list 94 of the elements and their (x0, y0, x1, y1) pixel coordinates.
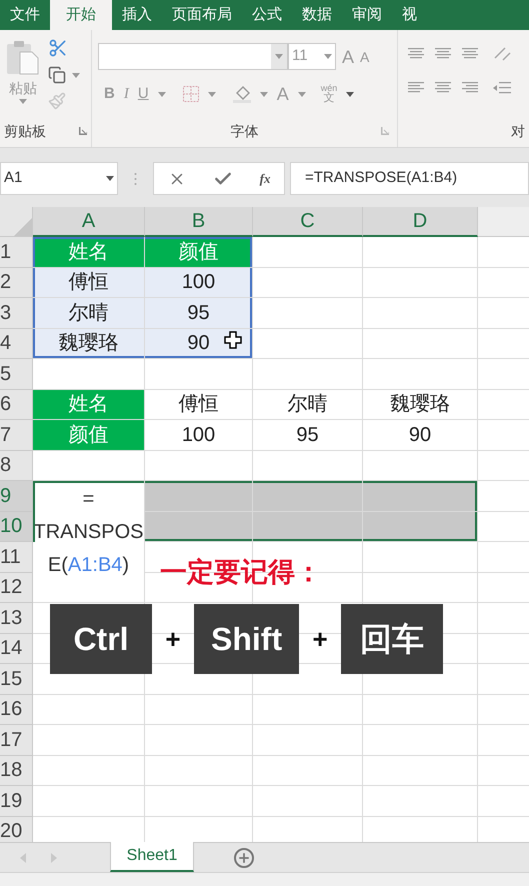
table-cell: 傅恒 (145, 390, 253, 420)
ribbon-tab[interactable]: 页面布局 (162, 0, 242, 30)
row-header[interactable]: 11 (0, 542, 33, 572)
cross-cursor-icon (224, 331, 242, 349)
format-painter-icon[interactable] (48, 92, 66, 110)
ribbon-tab[interactable]: 插入 (112, 0, 162, 30)
group-label: 对 (511, 122, 525, 140)
borders-icon[interactable] (182, 86, 199, 102)
name-box[interactable]: A1 (0, 162, 118, 195)
row-header[interactable]: 12 (0, 572, 33, 603)
table-cell: 100 (145, 420, 253, 450)
ribbon-tab[interactable]: 视 (392, 0, 427, 30)
phonetic-caret-icon[interactable] (346, 92, 354, 96)
dialog-launcher-icon[interactable] (79, 127, 87, 135)
column-header[interactable]: B (145, 207, 253, 237)
decrease-indent-icon[interactable] (493, 82, 511, 94)
align-center-icon[interactable] (435, 82, 451, 94)
table-cell: 90 (145, 328, 253, 359)
column-header[interactable]: D (363, 207, 478, 237)
fill-color-caret-icon[interactable] (260, 92, 268, 96)
table-cell: 傅恒 (33, 268, 145, 298)
formula-field[interactable]: =TRANSPOSE(A1:B4) (290, 162, 529, 195)
copy-icon[interactable] (48, 66, 66, 84)
font-color-caret-icon[interactable] (298, 92, 306, 96)
borders-caret-icon[interactable] (208, 92, 216, 96)
ribbon-tab[interactable]: 公式 (242, 0, 292, 30)
row-header[interactable]: 19 (0, 786, 33, 816)
plus-icon (237, 850, 251, 864)
copy-caret-icon[interactable] (72, 72, 80, 78)
column-header[interactable] (478, 207, 529, 237)
ribbon-tab[interactable]: 数据 (292, 0, 342, 30)
row-header[interactable]: 4 (0, 328, 33, 359)
row-header[interactable]: 16 (0, 694, 33, 725)
row-header[interactable]: 8 (0, 450, 33, 481)
scroll-left-icon[interactable] (20, 852, 26, 862)
table-cell: 95 (253, 420, 363, 450)
align-middle-icon[interactable] (435, 48, 451, 60)
font-name-caret-icon[interactable] (275, 54, 283, 59)
table-cell: 尔晴 (33, 298, 145, 328)
column-header[interactable]: A (33, 207, 145, 237)
header-cell: 姓名 (33, 237, 145, 268)
table-cell: 100 (145, 268, 253, 298)
ribbon-tab[interactable]: 开始 (50, 0, 112, 30)
ribbon-tab[interactable]: 审阅 (342, 0, 392, 30)
row-header[interactable]: 15 (0, 664, 33, 694)
row-header[interactable]: 5 (0, 359, 33, 390)
paste-caret-icon[interactable] (19, 99, 27, 104)
row-header[interactable]: 1 (0, 237, 33, 268)
key-cap: Shift (194, 604, 300, 674)
key-cap: Ctrl (50, 604, 152, 674)
grip-icon (134, 172, 137, 186)
insert-function-button[interactable]: fx (260, 168, 270, 188)
row-header[interactable]: 3 (0, 298, 33, 328)
align-left-icon[interactable] (408, 82, 424, 94)
table-cell: 魏璎珞 (363, 390, 478, 420)
row-header[interactable]: 13 (0, 603, 33, 634)
plus-sign: + (312, 622, 329, 656)
row-header[interactable]: 18 (0, 756, 33, 786)
header-cell: 姓名 (33, 390, 145, 420)
row-header[interactable]: 9 (0, 481, 33, 512)
row-header[interactable]: 6 (0, 390, 33, 420)
row-header[interactable]: 10 (0, 512, 33, 542)
row-header[interactable]: 17 (0, 725, 33, 756)
clipboard-icon (6, 38, 40, 76)
underline-caret-icon[interactable] (158, 92, 166, 96)
column-header[interactable]: C (253, 207, 363, 237)
row-header[interactable]: 14 (0, 634, 33, 664)
scroll-right-icon[interactable] (51, 852, 57, 862)
row-header[interactable]: 7 (0, 420, 33, 450)
table-cell: 90 (363, 420, 478, 450)
cut-icon[interactable] (48, 38, 68, 58)
reminder-text: 一定要记得： (160, 556, 322, 589)
ribbon-tab[interactable]: 文件 (0, 0, 50, 30)
sheet-tab[interactable]: Sheet1 (110, 842, 194, 872)
align-bottom-icon[interactable] (462, 48, 478, 60)
group-label: 字体 (230, 122, 258, 140)
table-cell: 魏璎珞 (33, 328, 145, 359)
align-right-icon[interactable] (462, 82, 478, 94)
group-label: 剪贴板 (4, 122, 46, 140)
fill-color-icon[interactable] (232, 85, 251, 103)
orientation-icon[interactable] (493, 46, 511, 62)
align-top-icon[interactable] (408, 48, 424, 60)
plus-sign: + (164, 622, 182, 656)
header-cell: 颜值 (145, 237, 253, 268)
row-header[interactable]: 2 (0, 268, 33, 298)
row-header[interactable]: 20 (0, 816, 33, 842)
table-cell: 95 (145, 298, 253, 328)
font-size-caret-icon[interactable] (324, 54, 332, 59)
table-cell: 尔晴 (253, 390, 363, 420)
add-sheet-button[interactable] (234, 848, 254, 868)
dialog-launcher-icon[interactable] (381, 127, 389, 135)
header-cell: 颜值 (33, 420, 145, 450)
key-cap: 回车 (341, 604, 444, 674)
font-name-field[interactable] (98, 43, 288, 70)
